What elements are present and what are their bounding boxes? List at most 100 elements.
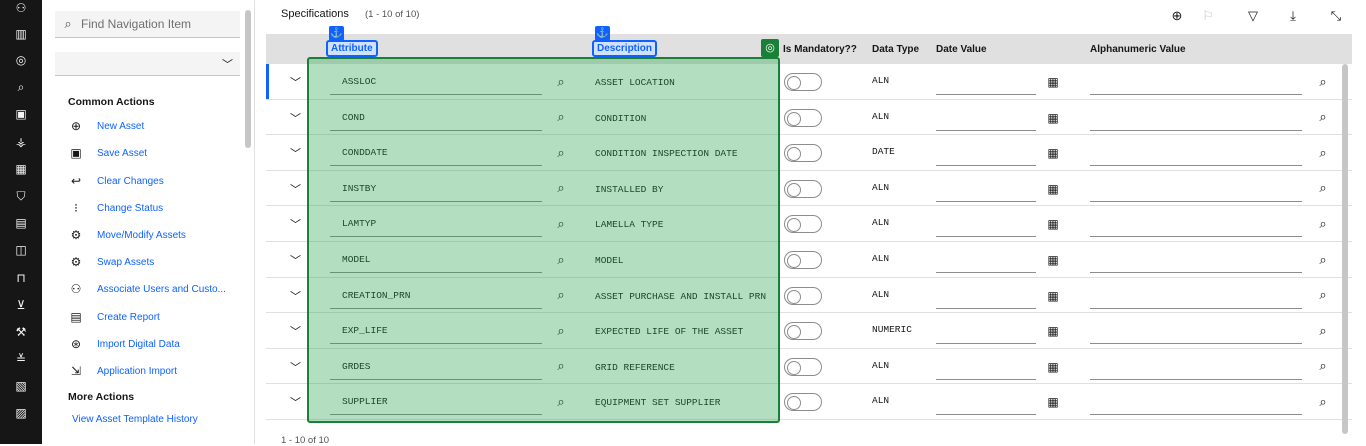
tools-icon[interactable]: ⚒ <box>13 324 29 340</box>
shield-icon[interactable]: ⛉ <box>13 188 29 204</box>
chevron-down-icon[interactable]: ﹀ <box>290 216 301 232</box>
calendar-icon[interactable]: ▦ <box>1042 392 1064 412</box>
search-icon[interactable]: ⌕ <box>546 282 576 309</box>
chevron-down-icon[interactable]: ﹀ <box>290 110 301 126</box>
date-value-field[interactable] <box>936 210 1036 238</box>
action-import-digital-data[interactable]: ⊛ Import Digital Data <box>68 334 180 354</box>
chevron-down-icon[interactable]: ﹀ <box>290 359 301 375</box>
mandatory-toggle[interactable] <box>784 215 822 234</box>
calendar-icon[interactable]: ▦ <box>1042 108 1064 128</box>
lock-icon[interactable]: ⊓ <box>13 270 29 286</box>
table-row[interactable]: ﹀ SUPPLIER ⌕ EQUIPMENT SET SUPPLIER ALN ▦ ⌕ <box>266 384 1352 420</box>
mandatory-toggle[interactable] <box>784 286 822 305</box>
date-value-field[interactable] <box>936 104 1036 131</box>
search-icon[interactable]: ⌕ <box>1308 175 1338 202</box>
date-value-field[interactable] <box>936 68 1036 95</box>
mandatory-toggle[interactable] <box>784 251 822 269</box>
search-icon[interactable]: ⌕ <box>1308 139 1338 166</box>
table-row[interactable]: ﹀ EXP_LIFE ⌕ EXPECTED LIFE OF THE ASSET NUME… <box>266 313 1352 349</box>
search-icon[interactable]: ⌕ <box>546 317 576 344</box>
date-value-field[interactable] <box>936 282 1036 309</box>
table-scrollbar[interactable] <box>1342 64 1348 434</box>
action-swap-assets[interactable]: ⚙ Swap Assets <box>68 252 155 272</box>
date-value-field[interactable] <box>936 175 1036 202</box>
calendar-icon[interactable]: ▦ <box>1042 286 1064 306</box>
chevron-down-icon[interactable]: ﹀ <box>290 323 301 339</box>
table-row[interactable]: ﹀ GRDES ⌕ GRID REFERENCE ALN ▦ ⌕ <box>266 348 1352 385</box>
action-change-status[interactable]: ⁝ Change Status <box>68 198 163 218</box>
search-icon[interactable]: ⌕ <box>1308 353 1338 380</box>
mandatory-toggle[interactable] <box>784 108 822 127</box>
alphanumeric-value-field[interactable] <box>1090 210 1302 238</box>
search-icon[interactable]: ⌕ <box>1308 388 1338 415</box>
search-icon[interactable]: ⌕ <box>1308 104 1338 131</box>
chevron-down-icon[interactable]: ﹀ <box>290 74 301 90</box>
alphanumeric-value-field[interactable] <box>1090 388 1302 416</box>
sidebar-scrollbar[interactable] <box>245 10 251 148</box>
calendar-icon[interactable]: ▦ <box>1042 214 1064 234</box>
attribute-field[interactable]: GRDES <box>330 353 542 380</box>
calendar-icon[interactable]: ▦ <box>1042 72 1064 92</box>
report-icon[interactable]: ▨ <box>13 405 29 421</box>
document-icon[interactable]: ▤ <box>13 215 29 231</box>
mandatory-toggle[interactable] <box>784 393 822 412</box>
table-row[interactable]: ﹀ CREATION_PRN ⌕ ASSET PURCHASE AND INSTALL… <box>266 277 1352 314</box>
chart-icon[interactable]: ▥ <box>13 26 29 42</box>
table-row[interactable]: ﹀ CONDDATE ⌕ CONDITION INSPECTION DATE DATE ▦… <box>266 135 1352 171</box>
search-icon[interactable]: ⌕ <box>546 210 576 237</box>
clipboard-check-icon[interactable]: ◫ <box>13 242 29 258</box>
search-icon[interactable]: ⌕ <box>546 68 576 95</box>
alphanumeric-value-field[interactable] <box>1090 246 1302 273</box>
column-header-datevalue[interactable]: Date Value <box>936 44 987 55</box>
chevron-down-icon[interactable]: ﹀ <box>290 145 301 161</box>
nav-dropdown[interactable]: ﹀ <box>55 52 240 76</box>
mandatory-toggle[interactable] <box>784 73 822 91</box>
search-icon[interactable]: ⌕ <box>1308 246 1338 273</box>
date-value-field[interactable] <box>936 139 1036 167</box>
column-header-description[interactable]: ⚓ Description <box>592 26 658 57</box>
download-icon[interactable]: ⤓ <box>1282 5 1304 27</box>
attribute-field[interactable]: EXP_LIFE <box>330 317 542 345</box>
date-value-field[interactable] <box>936 246 1036 273</box>
attribute-field[interactable]: CREATION_PRN <box>330 282 542 309</box>
calendar-icon[interactable]: ▦ <box>13 161 29 177</box>
search-icon[interactable]: ⌕ <box>1308 68 1338 95</box>
alphanumeric-value-field[interactable] <box>1090 175 1302 202</box>
attribute-field[interactable]: ASSLOC <box>330 68 542 95</box>
search-icon[interactable]: ⌕ <box>546 388 576 415</box>
search-icon[interactable]: ⌕ <box>1308 317 1338 344</box>
asset-icon[interactable]: ◎ <box>13 52 29 68</box>
mandatory-toggle[interactable] <box>784 179 822 198</box>
chevron-down-icon[interactable]: ﹀ <box>290 394 301 410</box>
cart-icon[interactable]: ⊻ <box>13 297 29 313</box>
alphanumeric-value-field[interactable] <box>1090 139 1302 167</box>
table-row[interactable]: ﹀ INSTBY ⌕ INSTALLED BY ALN ▦ ⌕ <box>266 170 1352 207</box>
action-save-asset[interactable]: ▣ Save Asset <box>68 143 147 163</box>
network-icon[interactable]: ⚶ <box>13 134 29 150</box>
search-icon[interactable]: ⌕ <box>546 353 576 380</box>
search-icon[interactable]: ⌕ <box>546 246 576 273</box>
calendar-icon[interactable]: ▦ <box>1042 250 1064 270</box>
attribute-field[interactable]: LAMTYP <box>330 210 542 238</box>
search-icon[interactable]: ⌕ <box>546 175 576 202</box>
attribute-field[interactable]: SUPPLIER <box>330 388 542 416</box>
action-move-modify-assets[interactable]: ⚙ Move/Modify Assets <box>68 225 186 245</box>
calendar-icon[interactable]: ▦ <box>1042 321 1064 341</box>
column-header-alnvalue[interactable]: Alphanumeric Value <box>1090 44 1186 55</box>
calendar-icon[interactable]: ▦ <box>1042 179 1064 199</box>
action-associate-users[interactable]: ⚇ Associate Users and Custo... <box>68 279 226 299</box>
clear-filter-icon[interactable]: ⚐ <box>1197 5 1219 27</box>
mandatory-toggle[interactable] <box>784 144 822 163</box>
attribute-field[interactable]: INSTBY <box>330 175 542 202</box>
action-application-import[interactable]: ⇲ Application Import <box>68 361 177 381</box>
clipboard-icon[interactable]: ▣ <box>13 106 29 122</box>
attribute-field[interactable]: CONDDATE <box>330 139 542 167</box>
chevron-down-icon[interactable]: ﹀ <box>290 181 301 197</box>
task-icon[interactable]: ▧ <box>13 378 29 394</box>
action-create-report[interactable]: ▤ Create Report <box>68 307 159 327</box>
table-row[interactable]: ﹀ ASSLOC ⌕ ASSET LOCATION ALN ▦ ⌕ <box>266 64 1352 100</box>
inspection-icon[interactable]: ⌕ <box>13 79 29 95</box>
column-header-datatype[interactable]: Data Type <box>872 44 919 55</box>
mandatory-toggle[interactable] <box>784 322 822 341</box>
calendar-icon[interactable]: ▦ <box>1042 143 1064 163</box>
